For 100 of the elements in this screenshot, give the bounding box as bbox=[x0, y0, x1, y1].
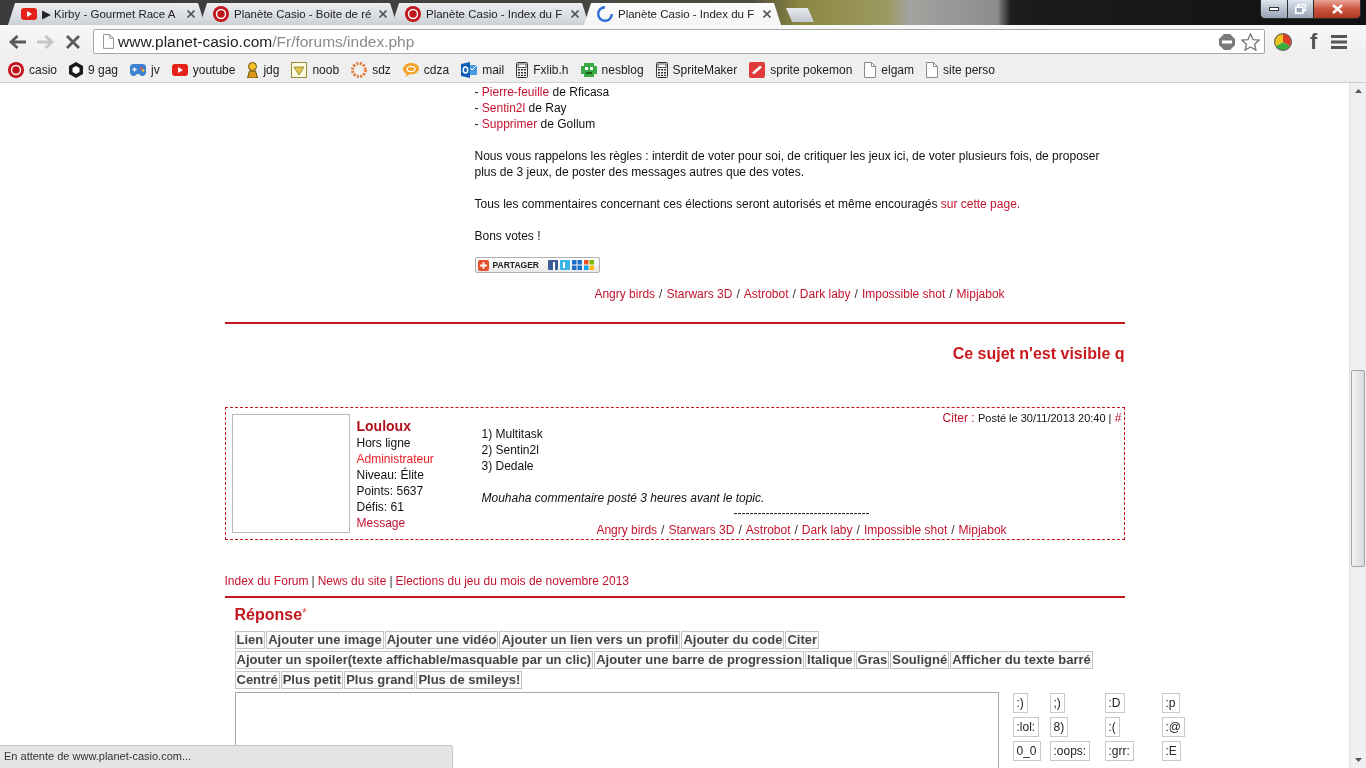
game-link[interactable]: Supprimer bbox=[481, 117, 538, 131]
bookmark[interactable]: sprite pokemon bbox=[749, 62, 853, 78]
address-bar[interactable]: www.planet-casio.com/Fr/forums/index.php bbox=[93, 29, 1265, 54]
bookmark[interactable]: 9 gag bbox=[69, 62, 119, 78]
signature-link[interactable]: Dark laby bbox=[801, 523, 853, 537]
bookmark[interactable]: Fxlib.h bbox=[516, 62, 569, 78]
bookmark[interactable]: mail bbox=[461, 62, 505, 78]
close-icon[interactable] bbox=[571, 10, 579, 18]
scrollbar-thumb[interactable] bbox=[1351, 370, 1365, 567]
game-link[interactable]: Sentin2l bbox=[481, 101, 526, 115]
bookmark[interactable]: elgam bbox=[864, 62, 914, 78]
signature-link[interactable]: Astrobot bbox=[745, 523, 791, 537]
smiley-button[interactable]: :D bbox=[1104, 693, 1125, 713]
smiley-button[interactable]: :oops: bbox=[1049, 741, 1091, 761]
close-window-button[interactable] bbox=[1314, 0, 1361, 19]
signature-link[interactable]: Starwars 3D bbox=[666, 287, 733, 301]
format-button[interactable]: Ajouter un lien vers un profil bbox=[499, 631, 681, 649]
smiley-button[interactable]: :E bbox=[1161, 741, 1181, 761]
signature-link[interactable]: Mipjabok bbox=[958, 523, 1007, 537]
extension-button[interactable]: f bbox=[1310, 30, 1318, 53]
browser-tab[interactable]: ▶ Kirby - Gourmet Race A bbox=[8, 3, 205, 25]
message-link[interactable]: Message bbox=[356, 516, 406, 530]
anchor-link[interactable]: # bbox=[1114, 411, 1122, 425]
signature-link[interactable]: Impossible shot bbox=[863, 523, 948, 537]
signature-link[interactable]: Mipjabok bbox=[956, 287, 1005, 301]
game-link[interactable]: Pierre-feuille bbox=[481, 85, 550, 99]
signature-link[interactable]: Angry birds bbox=[594, 287, 656, 301]
paragraph: Tous les commentaires concernant ces élections seront autorisés et même encouragés sur cette page. bbox=[474, 196, 1022, 212]
octagon-icon[interactable] bbox=[1219, 33, 1235, 50]
bookmark[interactable]: jv bbox=[130, 63, 160, 77]
smiley-button[interactable]: :( bbox=[1104, 717, 1120, 737]
smiley-button[interactable]: :grr: bbox=[1104, 741, 1134, 761]
format-button[interactable]: Italique bbox=[805, 651, 855, 669]
breadcrumb-link[interactable]: Index du Forum bbox=[224, 574, 309, 588]
smiley-button[interactable]: 0_0 bbox=[1012, 741, 1041, 761]
bookmark[interactable]: sdz bbox=[351, 62, 391, 78]
bookmark[interactable]: casio bbox=[8, 62, 57, 78]
format-button[interactable]: Afficher du texte barré bbox=[950, 651, 1093, 669]
smiley-button[interactable]: :) bbox=[1012, 693, 1028, 713]
format-button[interactable]: Ajouter une vidéo bbox=[384, 631, 499, 649]
quote-link[interactable]: Citer : bbox=[942, 411, 975, 425]
browser-tab[interactable]: Planète Casio - Boite de ré bbox=[200, 3, 397, 25]
close-icon bbox=[1331, 4, 1343, 14]
plus-icon bbox=[477, 259, 489, 271]
bookmark[interactable]: noob bbox=[291, 62, 340, 78]
breadcrumb-link[interactable]: Elections du jeu du mois de novembre 2013 bbox=[395, 574, 629, 588]
inline-link[interactable]: sur cette page. bbox=[940, 197, 1021, 211]
bookmark[interactable]: SpriteMaker bbox=[655, 62, 738, 78]
format-button[interactable]: Plus grand bbox=[344, 671, 416, 689]
close-icon[interactable] bbox=[763, 10, 771, 18]
star-icon[interactable] bbox=[1241, 32, 1260, 51]
smiley-button[interactable]: :p bbox=[1161, 693, 1180, 713]
bookmark[interactable]: jdg bbox=[247, 62, 280, 78]
new-tab-button[interactable] bbox=[786, 8, 814, 22]
format-button[interactable]: Lien bbox=[234, 631, 266, 649]
bookmark[interactable]: youtube bbox=[171, 63, 236, 77]
format-button[interactable]: Citer bbox=[785, 631, 819, 649]
status-bubble: En attente de www.planet-casio.com... bbox=[0, 745, 453, 768]
segmented-disc-icon[interactable] bbox=[1274, 32, 1292, 51]
signature-link[interactable]: Impossible shot bbox=[861, 287, 946, 301]
message-line: 1) Multitask bbox=[481, 426, 544, 442]
close-icon[interactable] bbox=[379, 10, 387, 18]
stop-icon[interactable] bbox=[66, 34, 80, 49]
bookmark[interactable]: site perso bbox=[926, 62, 996, 78]
close-icon[interactable] bbox=[187, 10, 195, 18]
separator-text: / bbox=[791, 287, 797, 301]
smiley-button[interactable]: :lol: bbox=[1012, 717, 1040, 737]
restore-button[interactable] bbox=[1287, 0, 1314, 19]
format-button[interactable]: Souligné bbox=[890, 651, 950, 669]
breadcrumb-link[interactable]: News du site bbox=[317, 574, 387, 588]
down-arrow-icon[interactable] bbox=[1354, 758, 1362, 762]
smiley-button[interactable]: :@ bbox=[1161, 717, 1185, 737]
gamepad-icon bbox=[130, 64, 147, 76]
signature-link[interactable]: Astrobot bbox=[743, 287, 789, 301]
author-name[interactable]: Louloux bbox=[356, 417, 482, 435]
share-button[interactable]: PARTAGER bbox=[474, 257, 600, 273]
bookmark[interactable]: cdza bbox=[402, 63, 450, 77]
format-button[interactable]: Ajouter un spoiler(texte affichable/masquable par un clic) bbox=[234, 651, 594, 669]
minimize-icon bbox=[1269, 7, 1279, 11]
format-button[interactable]: Plus de smileys! bbox=[416, 671, 523, 689]
up-arrow-icon[interactable] bbox=[1354, 89, 1362, 93]
browser-tab[interactable]: Planète Casio - Index du F bbox=[392, 3, 589, 25]
separator-text: / bbox=[735, 287, 741, 301]
points-text: Points: 5637 bbox=[356, 483, 425, 499]
menu-icon[interactable] bbox=[1331, 34, 1348, 49]
back-arrow-icon[interactable] bbox=[8, 33, 26, 50]
signature-link[interactable]: Starwars 3D bbox=[668, 523, 735, 537]
signature-link[interactable]: Angry birds bbox=[596, 523, 658, 537]
format-button[interactable]: Ajouter une barre de progression bbox=[594, 651, 805, 669]
format-button[interactable]: Plus petit bbox=[280, 671, 344, 689]
minimize-button[interactable] bbox=[1260, 0, 1287, 19]
format-button[interactable]: Ajouter du code bbox=[681, 631, 785, 649]
signature-link[interactable]: Dark laby bbox=[799, 287, 851, 301]
format-button[interactable]: Centré bbox=[234, 671, 280, 689]
smiley-button[interactable]: ;) bbox=[1049, 693, 1065, 713]
bookmark[interactable]: nesblog bbox=[580, 63, 644, 77]
smiley-button[interactable]: 8) bbox=[1049, 717, 1069, 737]
format-button[interactable]: Ajouter une image bbox=[266, 631, 384, 649]
browser-tab[interactable]: Planète Casio - Index du F bbox=[584, 3, 781, 25]
format-button[interactable]: Gras bbox=[855, 651, 890, 669]
